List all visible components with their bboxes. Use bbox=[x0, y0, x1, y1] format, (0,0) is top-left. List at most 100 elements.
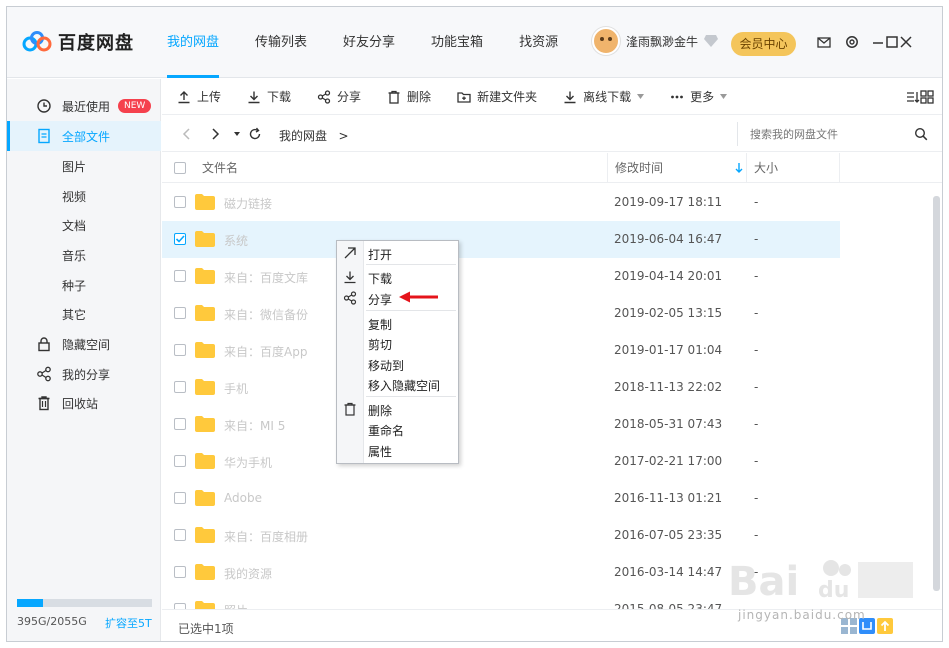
scrollbar-thumb[interactable] bbox=[933, 196, 940, 591]
minimize-icon[interactable] bbox=[871, 35, 885, 49]
table-row[interactable]: 来自：MI 5 2018-05-31 07:43 - bbox=[162, 406, 942, 443]
offline-download-button[interactable]: 离线下载 bbox=[563, 88, 645, 105]
search-input[interactable] bbox=[737, 122, 932, 146]
row-checkbox[interactable] bbox=[174, 455, 186, 467]
row-checkbox[interactable] bbox=[174, 307, 186, 319]
file-name[interactable]: 手机 bbox=[224, 380, 248, 397]
sort-icon[interactable] bbox=[906, 90, 920, 104]
row-checkbox[interactable] bbox=[174, 344, 186, 356]
row-checkbox[interactable] bbox=[174, 492, 186, 504]
sidebar-item-others[interactable]: 其它 bbox=[7, 299, 161, 329]
file-name[interactable]: 来自：百度文库 bbox=[224, 269, 308, 286]
menu-item-delete[interactable]: 删除 bbox=[368, 402, 392, 419]
select-all-checkbox[interactable] bbox=[174, 162, 186, 174]
tab-my-drive[interactable]: 我的网盘 bbox=[167, 7, 220, 78]
sidebar-item-recycle-bin[interactable]: 回收站 bbox=[7, 388, 161, 418]
breadcrumb-root[interactable]: 我的网盘 bbox=[279, 129, 327, 143]
menu-item-share[interactable]: 分享 bbox=[368, 291, 392, 308]
avatar[interactable] bbox=[592, 27, 620, 55]
sort-desc-icon[interactable] bbox=[734, 162, 744, 174]
sidebar-item-videos[interactable]: 视频 bbox=[7, 181, 161, 211]
sidebar-item-documents[interactable]: 文档 bbox=[7, 210, 161, 240]
history-dropdown-icon[interactable] bbox=[230, 127, 244, 141]
sidebar-item-hidden-space[interactable]: 隐藏空间 bbox=[7, 329, 161, 359]
main-nav: 我的网盘 传输列表 好友分享 功能宝箱 找资源 bbox=[167, 7, 594, 78]
tab-resources[interactable]: 找资源 bbox=[519, 7, 558, 78]
table-row[interactable]: 手机 2018-11-13 22:02 - bbox=[162, 369, 942, 406]
column-divider[interactable] bbox=[746, 153, 747, 183]
user-info[interactable]: 湰雨飘渺金牛 bbox=[592, 27, 719, 55]
column-divider[interactable] bbox=[607, 153, 608, 183]
top-bar: 百度网盘 我的网盘 传输列表 好友分享 功能宝箱 找资源 湰雨飘渺金牛 会员中心 bbox=[7, 7, 942, 78]
file-name[interactable]: 来自：微信备份 bbox=[224, 306, 308, 323]
table-row[interactable]: 华为手机 2017-02-21 17:00 - bbox=[162, 443, 942, 480]
delete-button[interactable]: 删除 bbox=[387, 88, 431, 105]
sidebar-item-recent[interactable]: 最近使用 NEW bbox=[7, 91, 161, 121]
file-name[interactable]: Adobe bbox=[224, 491, 262, 505]
menu-item-move-hidden[interactable]: 移入隐藏空间 bbox=[368, 377, 440, 394]
breadcrumb[interactable]: 我的网盘 > bbox=[279, 127, 349, 144]
tab-toolbox[interactable]: 功能宝箱 bbox=[431, 7, 483, 78]
row-checkbox[interactable] bbox=[174, 529, 186, 541]
row-checkbox[interactable] bbox=[174, 233, 186, 245]
column-divider[interactable] bbox=[839, 153, 840, 183]
close-icon[interactable] bbox=[899, 35, 913, 49]
more-button[interactable]: 更多 bbox=[670, 88, 728, 105]
column-name[interactable]: 文件名 bbox=[202, 153, 238, 183]
file-modified: 2016-11-13 01:21 bbox=[614, 491, 723, 505]
table-row[interactable]: Adobe 2016-11-13 01:21 - bbox=[162, 480, 942, 517]
back-icon[interactable] bbox=[180, 127, 194, 141]
file-name[interactable]: 磁力链接 bbox=[224, 195, 272, 212]
file-name[interactable]: 来自：百度App bbox=[224, 343, 307, 360]
maximize-icon[interactable] bbox=[885, 35, 899, 49]
file-name[interactable]: 系统 bbox=[224, 232, 248, 249]
menu-item-properties[interactable]: 属性 bbox=[368, 443, 392, 460]
menu-item-cut[interactable]: 剪切 bbox=[368, 336, 392, 353]
tab-transfers[interactable]: 传输列表 bbox=[255, 7, 307, 78]
menu-item-rename[interactable]: 重命名 bbox=[368, 422, 404, 439]
menu-item-copy[interactable]: 复制 bbox=[368, 316, 392, 333]
sidebar-item-torrents[interactable]: 种子 bbox=[7, 270, 161, 300]
menu-item-move-to[interactable]: 移动到 bbox=[368, 357, 404, 374]
row-checkbox[interactable] bbox=[174, 196, 186, 208]
download-button[interactable]: 下载 bbox=[247, 88, 291, 105]
file-name[interactable]: 我的资源 bbox=[224, 565, 272, 582]
download-icon bbox=[248, 91, 260, 103]
tab-friend-share[interactable]: 好友分享 bbox=[343, 7, 395, 78]
mail-icon[interactable] bbox=[817, 35, 831, 49]
new-folder-button[interactable]: 新建文件夹 bbox=[457, 88, 537, 105]
column-size[interactable]: 大小 bbox=[754, 153, 778, 183]
upload-button[interactable]: 上传 bbox=[177, 88, 221, 105]
expand-quota-link[interactable]: 扩容至5T bbox=[105, 615, 152, 631]
sidebar: 最近使用 NEW 全部文件 图片 视频 文档 音乐 种子 其它 隐藏空间 我的分… bbox=[7, 79, 161, 641]
sidebar-item-all-files[interactable]: 全部文件 bbox=[7, 121, 161, 151]
folder-icon bbox=[195, 268, 215, 284]
row-checkbox[interactable] bbox=[174, 381, 186, 393]
forward-icon[interactable] bbox=[208, 127, 222, 141]
file-name[interactable]: 来自：MI 5 bbox=[224, 417, 285, 434]
refresh-icon[interactable] bbox=[248, 127, 262, 141]
vip-center-button[interactable]: 会员中心 bbox=[731, 32, 796, 56]
table-row[interactable]: 来自：百度文库 2019-04-14 20:01 - bbox=[162, 258, 942, 295]
table-row[interactable]: 来自：微信备份 2019-02-05 13:15 - bbox=[162, 295, 942, 332]
file-modified: 2018-05-31 07:43 bbox=[614, 417, 723, 431]
row-checkbox[interactable] bbox=[174, 270, 186, 282]
settings-icon[interactable] bbox=[845, 35, 859, 49]
sidebar-item-images[interactable]: 图片 bbox=[7, 151, 161, 181]
table-row[interactable]: 来自：百度App 2019-01-17 01:04 - bbox=[162, 332, 942, 369]
column-modified[interactable]: 修改时间 bbox=[615, 153, 663, 183]
share-button[interactable]: 分享 bbox=[317, 88, 361, 105]
search-icon[interactable] bbox=[914, 127, 928, 141]
table-row[interactable]: 磁力链接 2019-09-17 18:11 - bbox=[162, 184, 942, 221]
menu-item-download[interactable]: 下载 bbox=[368, 270, 392, 287]
file-name[interactable]: 来自：百度相册 bbox=[224, 528, 308, 545]
menu-item-open[interactable]: 打开 bbox=[368, 246, 392, 263]
row-checkbox[interactable] bbox=[174, 418, 186, 430]
sidebar-item-music[interactable]: 音乐 bbox=[7, 240, 161, 270]
file-name[interactable]: 华为手机 bbox=[224, 454, 272, 471]
row-checkbox[interactable] bbox=[174, 566, 186, 578]
sidebar-item-label: 最近使用 bbox=[62, 99, 111, 114]
grid-view-icon[interactable] bbox=[920, 90, 934, 104]
sidebar-item-my-shares[interactable]: 我的分享 bbox=[7, 359, 161, 389]
table-row[interactable]: 系统 2019-06-04 16:47 - bbox=[162, 221, 942, 258]
